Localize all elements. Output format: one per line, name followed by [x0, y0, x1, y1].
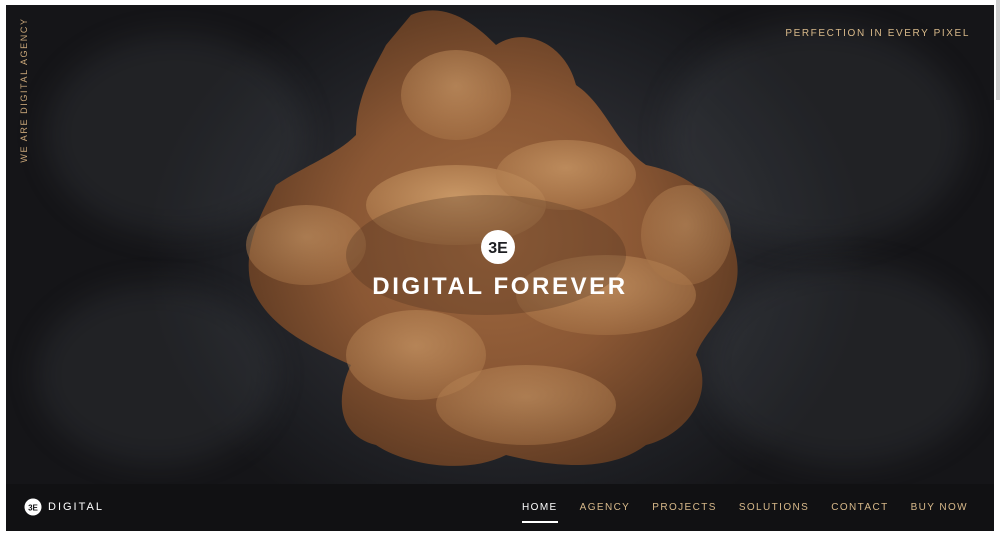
top-tagline: PERFECTION IN EVERY PIXEL	[785, 28, 970, 39]
nav-item-agency[interactable]: AGENCY	[580, 502, 631, 513]
brand-logo-icon: 3E	[24, 498, 42, 516]
brand-link[interactable]: 3E DIGITAL	[24, 498, 104, 516]
logo-glyph: 3E	[488, 240, 508, 257]
hero-title: DIGITAL FOREVER	[372, 273, 628, 300]
nav-item-buy-now[interactable]: BUY NOW	[911, 502, 968, 513]
brand-logo-icon: 3E	[481, 230, 515, 264]
nav-item-projects[interactable]: PROJECTS	[652, 502, 717, 513]
nav-item-solutions[interactable]: SOLUTIONS	[739, 502, 809, 513]
main-nav: HOME AGENCY PROJECTS SOLUTIONS CONTACT B…	[500, 484, 968, 531]
brand-name: DIGITAL	[48, 501, 104, 513]
scrollbar-thumb[interactable]	[996, 0, 1000, 100]
scrollbar[interactable]	[995, 0, 1000, 536]
nav-item-contact[interactable]: CONTACT	[831, 502, 888, 513]
page-frame: WE ARE DIGITAL AGENCY PERFECTION IN EVER…	[6, 5, 994, 531]
nav-item-home[interactable]: HOME	[522, 502, 558, 523]
logo-glyph: 3E	[28, 504, 38, 513]
navbar: 3E DIGITAL HOME AGENCY PROJECTS SOLUTION…	[6, 484, 994, 531]
hero-section: WE ARE DIGITAL AGENCY PERFECTION IN EVER…	[6, 5, 994, 484]
side-tagline: WE ARE DIGITAL AGENCY	[19, 17, 29, 163]
